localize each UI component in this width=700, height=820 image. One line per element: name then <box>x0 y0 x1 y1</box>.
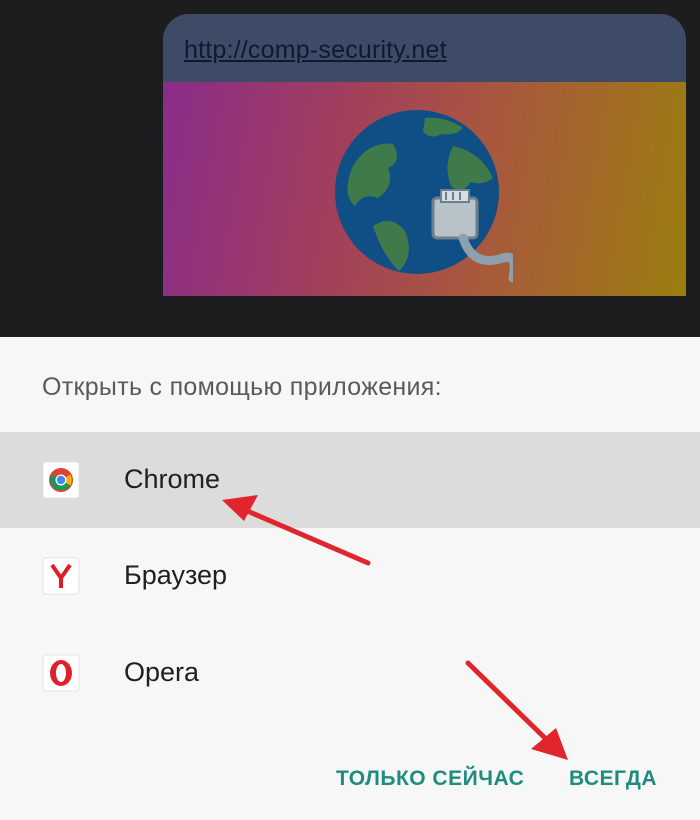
app-option-browser[interactable]: Браузер <box>0 528 700 624</box>
yandex-browser-icon <box>42 557 80 595</box>
chat-bottom-strip <box>0 296 700 337</box>
app-option-chrome[interactable]: Chrome <box>0 432 700 528</box>
opera-icon <box>42 654 80 692</box>
app-label-chrome: Chrome <box>124 464 221 494</box>
app-option-opera[interactable]: Opera <box>0 625 700 721</box>
link-preview-card[interactable]: http://comp-security.net <box>163 14 686 314</box>
app-label-opera: Opera <box>124 657 200 687</box>
dialog-title: Открыть с помощью приложения: <box>42 373 442 401</box>
globe-network-icon <box>335 110 513 283</box>
chat-background: http://comp-security.net <box>0 0 700 337</box>
just-once-button[interactable]: ТОЛЬКО СЕЙЧАС <box>336 767 524 791</box>
always-button[interactable]: ВСЕГДА <box>569 767 657 791</box>
app-label-browser: Браузер <box>124 560 228 590</box>
link-preview-image <box>163 82 686 314</box>
open-with-dialog: Открыть с помощью приложения: Chrome Бра… <box>0 337 700 820</box>
chrome-icon <box>42 461 80 499</box>
link-preview-header: http://comp-security.net <box>163 14 686 82</box>
dialog-actions: ТОЛЬКО СЕЙЧАС ВСЕГДА <box>0 762 700 802</box>
preview-link[interactable]: http://comp-security.net <box>184 36 447 65</box>
